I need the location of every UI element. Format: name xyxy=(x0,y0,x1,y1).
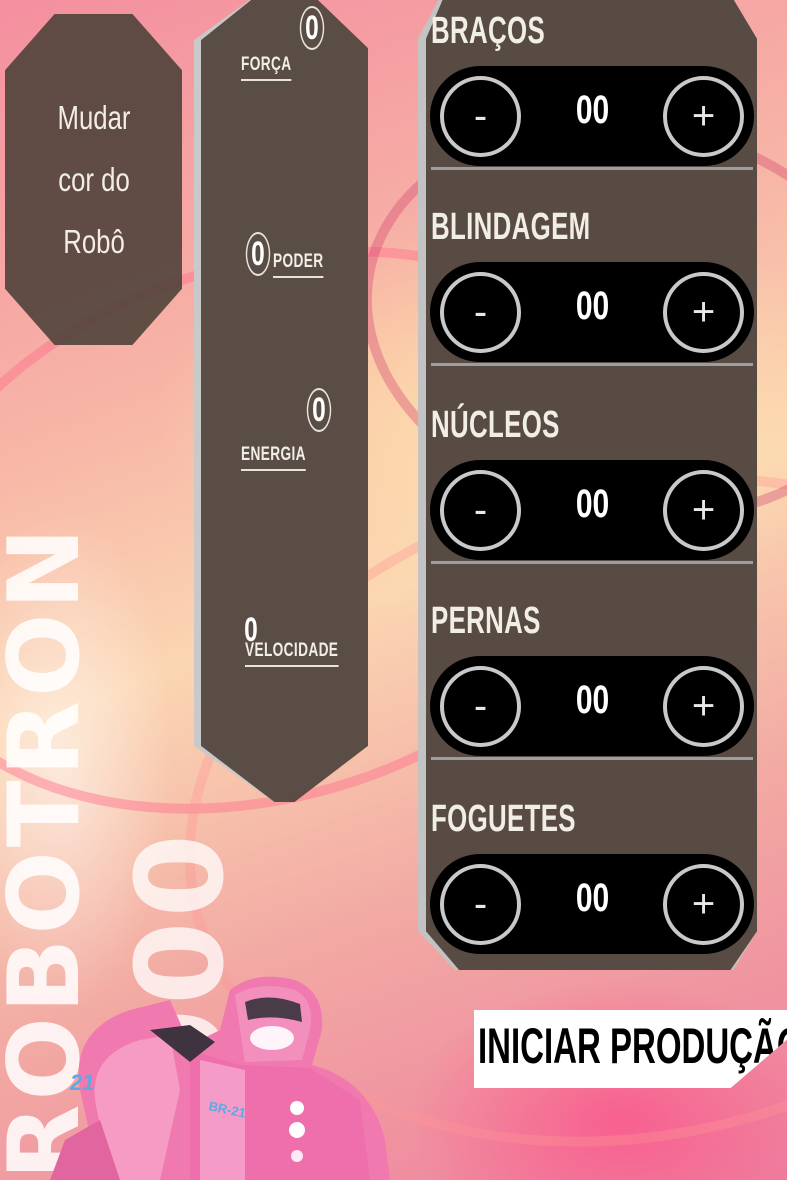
decrease-nucleos-button[interactable]: - xyxy=(440,470,521,551)
part-title-bracos: BRAÇOS xyxy=(431,10,546,52)
part-divider xyxy=(431,757,753,760)
part-control-foguetes: - 00 + xyxy=(430,854,754,954)
part-control-pernas: - 00 + xyxy=(430,656,754,756)
part-value-pernas: 00 xyxy=(575,678,610,722)
increase-bracos-button[interactable]: + xyxy=(663,76,744,157)
stat-label-energia: ENERGIA xyxy=(241,444,306,471)
part-divider xyxy=(431,561,753,564)
change-robot-color-label: Mudar cor do Robô xyxy=(19,87,169,273)
increase-blindagem-button[interactable]: + xyxy=(663,272,744,353)
part-value-foguetes: 00 xyxy=(575,876,610,920)
stats-panel xyxy=(194,0,368,802)
stat-label-poder: PODER xyxy=(273,251,324,278)
decrease-blindagem-button[interactable]: - xyxy=(440,272,521,353)
stat-label-velocidade: VELOCIDADE xyxy=(245,640,339,667)
decrease-pernas-button[interactable]: - xyxy=(440,666,521,747)
part-value-nucleos: 00 xyxy=(575,482,610,526)
increase-nucleos-button[interactable]: + xyxy=(663,470,744,551)
part-title-pernas: PERNAS xyxy=(431,600,541,642)
part-control-blindagem: - 00 + xyxy=(430,262,754,362)
robot-illustration: 21 BR-21 xyxy=(50,976,391,1180)
increase-pernas-button[interactable]: + xyxy=(663,666,744,747)
part-title-foguetes: FOGUETES xyxy=(431,798,576,840)
robot-badge-number: 21 xyxy=(69,1070,94,1095)
part-divider xyxy=(431,363,753,366)
part-value-blindagem: 00 xyxy=(575,284,610,328)
part-title-blindagem: BLINDAGEM xyxy=(431,206,591,248)
start-production-label: INICIAR PRODUÇÃO xyxy=(478,1018,787,1074)
part-divider xyxy=(431,167,753,170)
part-control-bracos: - 00 + xyxy=(430,66,754,166)
increase-foguetes-button[interactable]: + xyxy=(663,864,744,945)
change-color-line: Robô xyxy=(62,222,125,260)
part-title-nucleos: NÚCLEOS xyxy=(431,404,560,446)
decrease-bracos-button[interactable]: - xyxy=(440,76,521,157)
stats-panel-body xyxy=(201,0,368,802)
stat-value-poder: 0 xyxy=(245,232,271,276)
change-color-line: cor do xyxy=(57,160,130,198)
start-production-button[interactable]: INICIAR PRODUÇÃO xyxy=(474,1010,787,1088)
stat-value-forca: 0 xyxy=(299,6,325,50)
change-color-line: Mudar xyxy=(57,98,130,136)
stat-label-forca: FORÇA xyxy=(241,54,292,81)
stat-value-energia: 0 xyxy=(306,388,332,432)
part-control-nucleos: - 00 + xyxy=(430,460,754,560)
change-robot-color-button[interactable]: Mudar cor do Robô xyxy=(5,14,182,345)
part-value-bracos: 00 xyxy=(575,88,610,132)
decrease-foguetes-button[interactable]: - xyxy=(440,864,521,945)
